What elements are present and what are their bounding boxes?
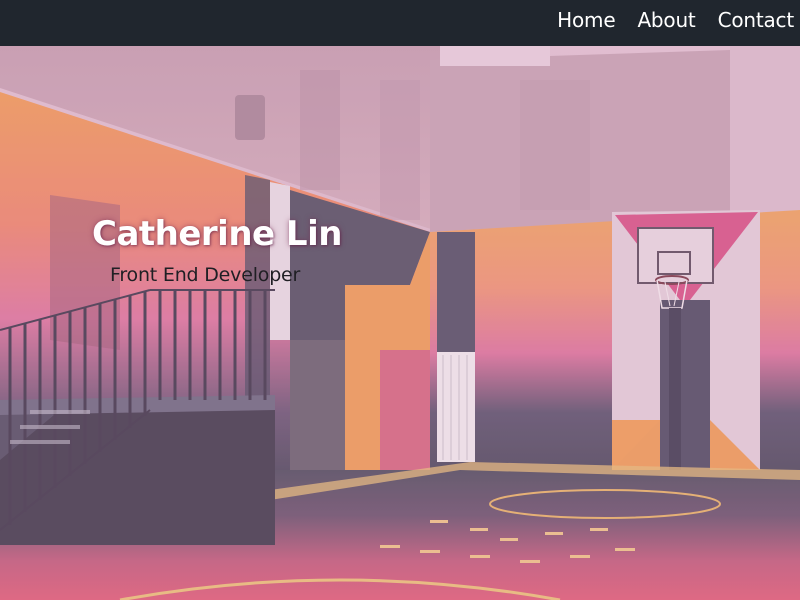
hero-text-block: Catherine Lin Front End Developer [92, 214, 342, 286]
hero-role-subtitle: Front End Developer [110, 264, 301, 286]
hero-name-heading: Catherine Lin [92, 214, 342, 254]
top-navbar: Home About Contact [0, 0, 800, 46]
hero-background-image [0, 46, 800, 600]
nav-link-contact[interactable]: Contact [718, 8, 795, 32]
nav-link-about[interactable]: About [637, 8, 695, 32]
nav-links: Home About Contact [557, 0, 794, 40]
hero-section: Catherine Lin Front End Developer [0, 46, 800, 600]
nav-link-home[interactable]: Home [557, 8, 615, 32]
page: Home About Contact Catherine Lin Front E… [0, 0, 800, 600]
